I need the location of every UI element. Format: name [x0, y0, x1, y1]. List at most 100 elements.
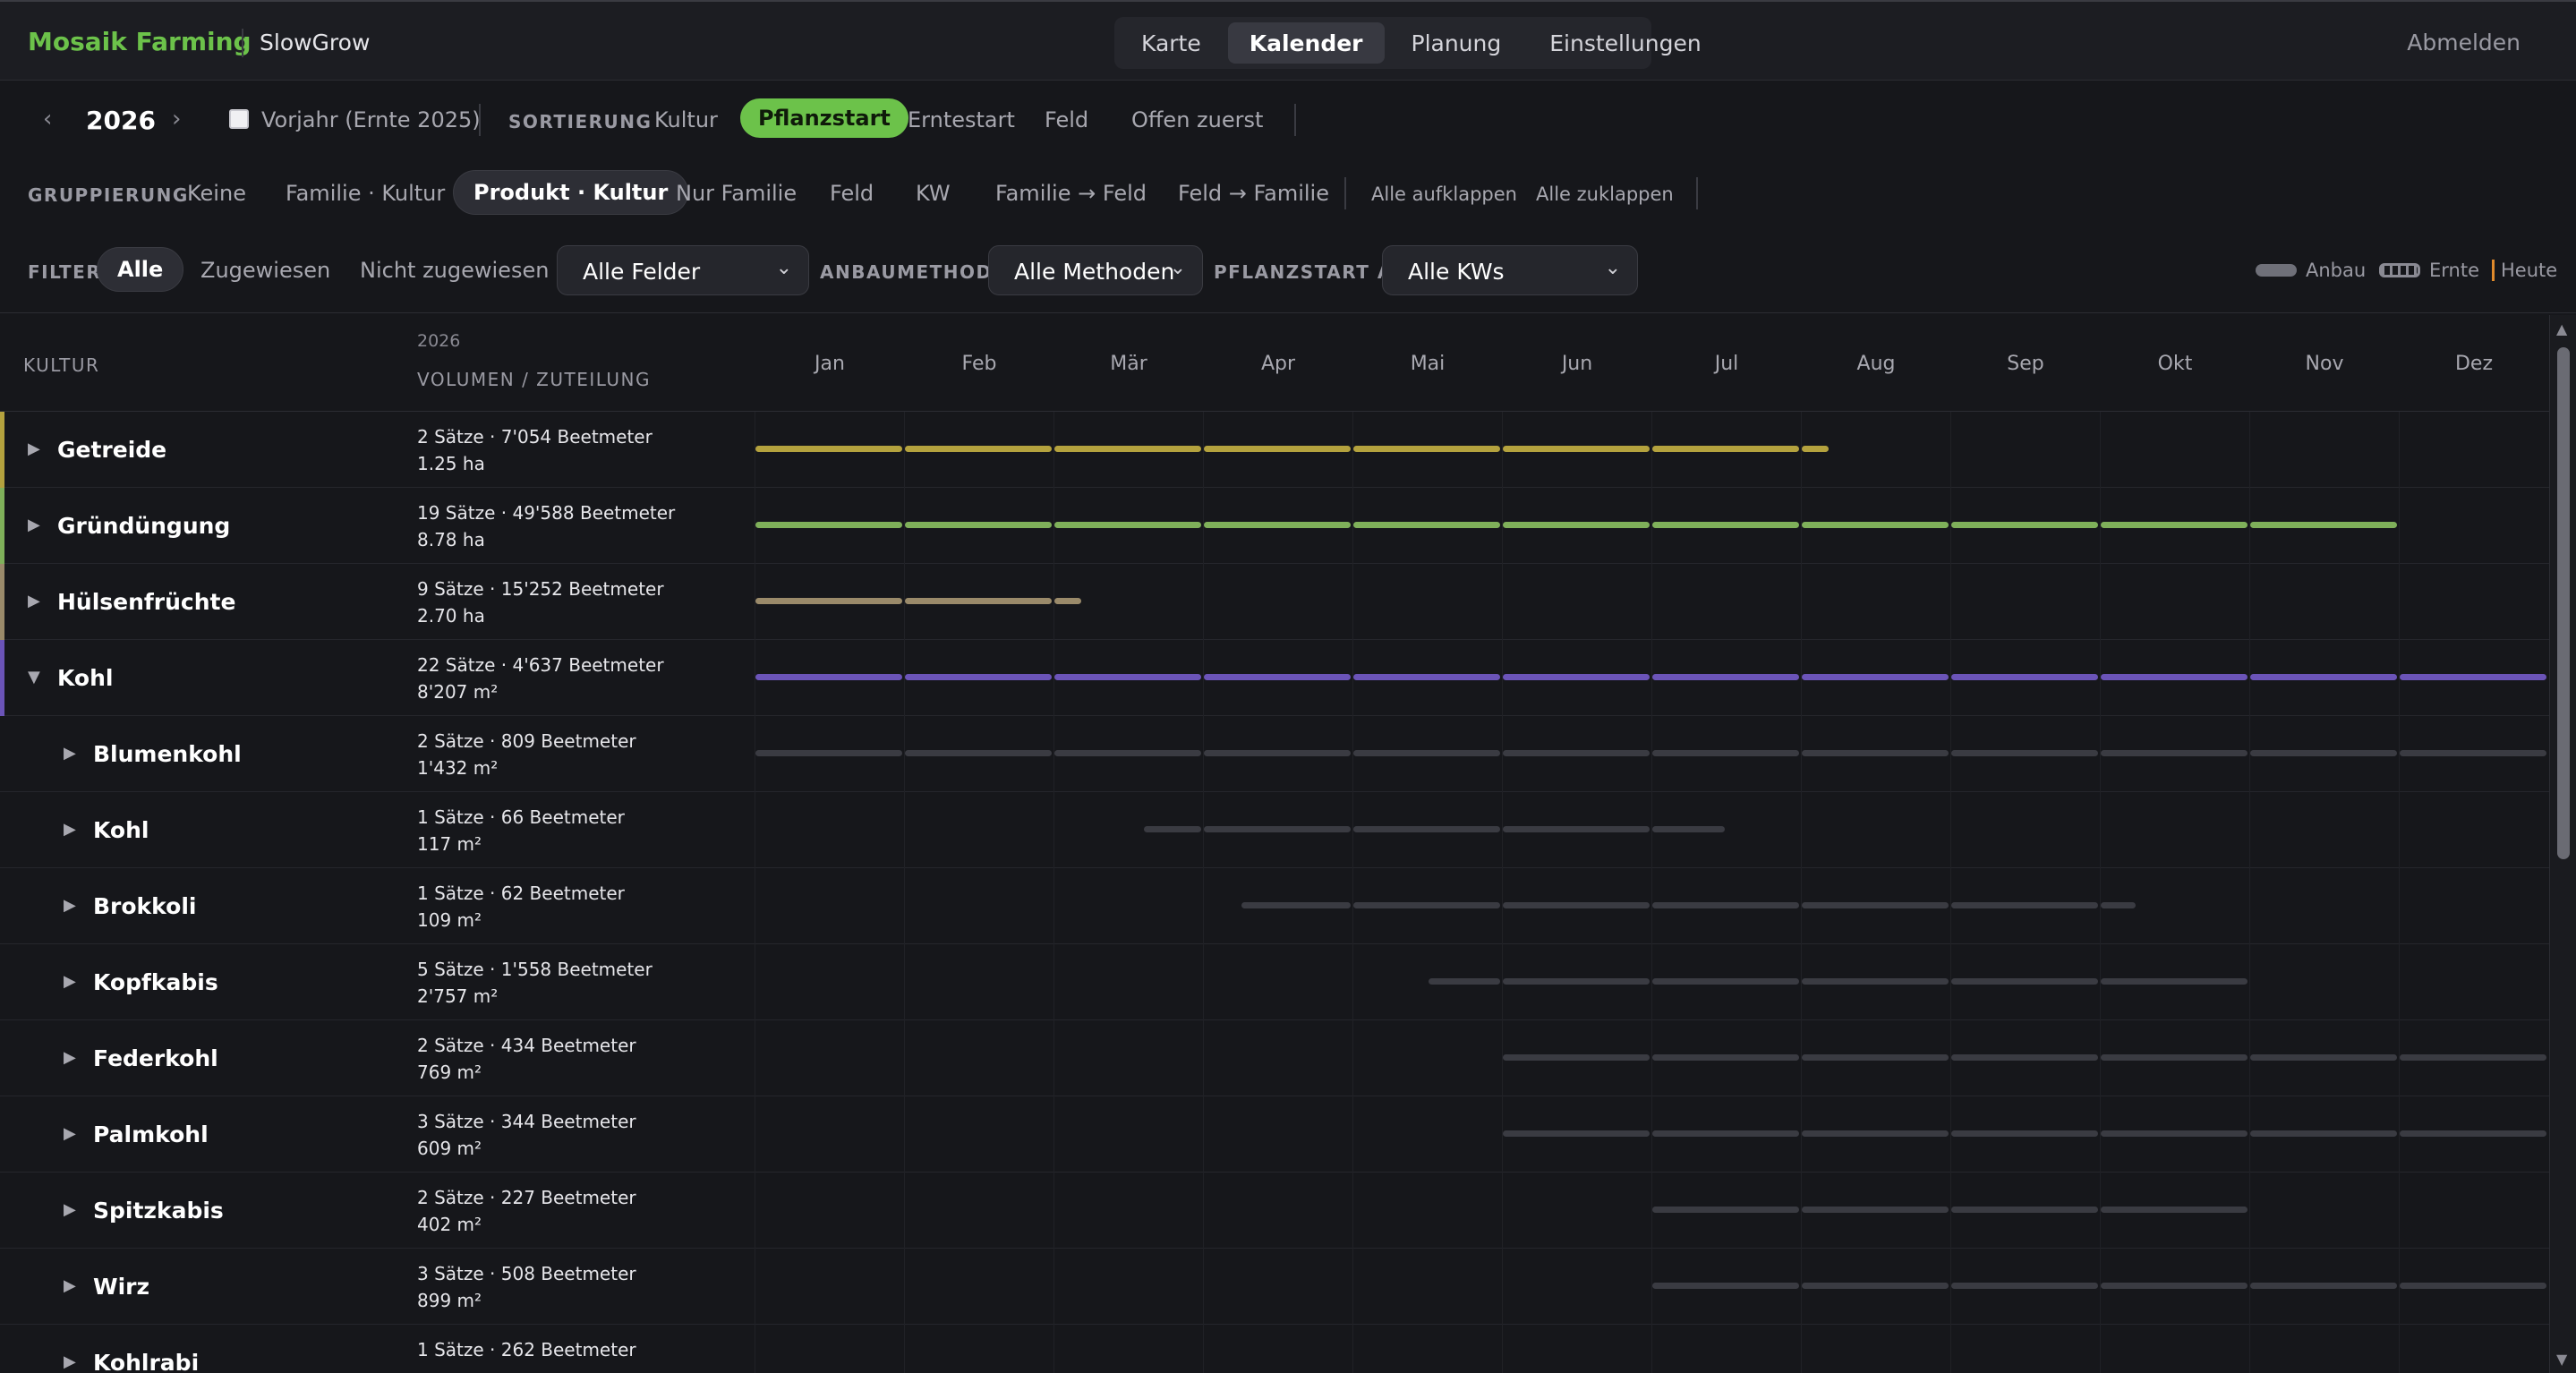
group-option-produkt-kultur[interactable]: Produkt · Kultur — [453, 170, 689, 215]
anbau-bar[interactable] — [2400, 1054, 2546, 1061]
anbau-bar[interactable] — [1054, 674, 1201, 680]
tab-einstellungen[interactable]: Einstellungen — [1528, 22, 1722, 64]
sort-option-kultur[interactable]: Kultur — [654, 107, 718, 132]
anbau-bar[interactable] — [1503, 978, 1650, 985]
group-row[interactable]: ▶ Getreide 2 Sätze · 7'054 Beetmeter 1.25 h… — [0, 412, 2549, 488]
expand-triangle-icon[interactable]: ▶ — [64, 820, 76, 839]
anbau-bar[interactable] — [1503, 1130, 1650, 1137]
anbau-bar[interactable] — [1802, 446, 1830, 452]
group-row[interactable]: ▼ Kohl 22 Sätze · 4'637 Beetmeter 8'207 m² — [0, 640, 2549, 716]
anbau-bar[interactable] — [905, 674, 1052, 680]
anbau-bar[interactable] — [1951, 978, 2098, 985]
anbau-bar[interactable] — [1353, 674, 1500, 680]
culture-row[interactable]: ▶ Kohl 1 Sätze · 66 Beetmeter 117 m² — [0, 792, 2549, 868]
anbau-bar[interactable] — [755, 750, 902, 756]
anbau-bar[interactable] — [1951, 1283, 2098, 1289]
culture-row[interactable]: ▶ Federkohl 2 Sätze · 434 Beetmeter 769 m² — [0, 1020, 2549, 1096]
anbau-bar[interactable] — [1652, 522, 1799, 528]
anbau-bar[interactable] — [1144, 826, 1201, 832]
anbau-bar[interactable] — [1353, 750, 1500, 756]
anbau-bar[interactable] — [2400, 674, 2546, 680]
expand-triangle-icon[interactable]: ▶ — [64, 1124, 76, 1143]
anbau-bar[interactable] — [2101, 522, 2248, 528]
anbau-bar[interactable] — [2101, 1054, 2248, 1061]
anbau-bar[interactable] — [1353, 446, 1500, 452]
expand-triangle-icon[interactable]: ▶ — [64, 1048, 76, 1067]
anbau-bar[interactable] — [1503, 674, 1650, 680]
collapse-all-button[interactable]: Alle zuklappen — [1536, 183, 1674, 205]
anbau-bar[interactable] — [2250, 750, 2397, 756]
field-select[interactable]: Alle Felder ⌄ — [557, 245, 809, 295]
expand-triangle-icon[interactable]: ▶ — [64, 744, 76, 763]
anbau-bar[interactable] — [1802, 750, 1949, 756]
expand-all-button[interactable]: Alle aufklappen — [1371, 183, 1517, 205]
anbau-bar[interactable] — [1054, 598, 1082, 604]
anbau-bar[interactable] — [1951, 1207, 2098, 1213]
anbau-bar[interactable] — [1951, 1130, 2098, 1137]
tab-karte[interactable]: Karte — [1120, 22, 1223, 64]
column-header-kultur[interactable]: KULTUR — [23, 354, 99, 376]
next-year-arrow-icon[interactable]: › — [172, 106, 181, 132]
anbau-bar[interactable] — [2101, 1283, 2248, 1289]
prev-year-checkbox[interactable] — [229, 109, 249, 129]
anbau-bar[interactable] — [2101, 674, 2248, 680]
anbau-bar[interactable] — [755, 522, 902, 528]
anbau-bar[interactable] — [2400, 1283, 2546, 1289]
expand-triangle-icon[interactable]: ▶ — [64, 1352, 76, 1371]
filter-option-zugewiesen[interactable]: Zugewiesen — [200, 258, 330, 283]
group-option-familie-kultur[interactable]: Familie · Kultur — [286, 181, 445, 206]
anbau-bar[interactable] — [1652, 750, 1799, 756]
anbau-bar[interactable] — [2101, 978, 2248, 985]
anbau-bar[interactable] — [905, 750, 1052, 756]
anbau-bar[interactable] — [1353, 826, 1500, 832]
anbau-bar[interactable] — [1802, 1283, 1949, 1289]
anbau-bar[interactable] — [1802, 1054, 1949, 1061]
anbau-bar[interactable] — [1503, 902, 1650, 908]
culture-row[interactable]: ▶ Blumenkohl 2 Sätze · 809 Beetmeter 1'432 … — [0, 716, 2549, 792]
anbau-bar[interactable] — [905, 522, 1052, 528]
expand-triangle-icon[interactable]: ▶ — [28, 516, 40, 534]
scroll-down-arrow-icon[interactable]: ▼ — [2556, 1351, 2567, 1368]
group-option-kw[interactable]: KW — [916, 181, 951, 206]
anbau-bar[interactable] — [1353, 522, 1500, 528]
anbau-bar[interactable] — [1204, 446, 1351, 452]
anbau-bar[interactable] — [1503, 522, 1650, 528]
anbau-bar[interactable] — [755, 598, 902, 604]
expand-triangle-icon[interactable]: ▶ — [28, 439, 40, 458]
anbau-bar[interactable] — [2250, 522, 2397, 528]
anbau-bar[interactable] — [1802, 1207, 1949, 1213]
logout-link[interactable]: Abmelden — [2407, 30, 2521, 55]
anbau-bar[interactable] — [1353, 902, 1500, 908]
anbau-bar[interactable] — [1652, 902, 1799, 908]
anbau-bar[interactable] — [2400, 1130, 2546, 1137]
anbau-bar[interactable] — [1951, 674, 2098, 680]
anbau-bar[interactable] — [2101, 902, 2136, 908]
sort-option-offen-zuerst[interactable]: Offen zuerst — [1131, 107, 1263, 132]
anbau-bar[interactable] — [2250, 1130, 2397, 1137]
anbau-bar[interactable] — [1054, 522, 1201, 528]
anbau-bar[interactable] — [1503, 1054, 1650, 1061]
anbau-bar[interactable] — [1652, 674, 1799, 680]
anbau-bar[interactable] — [1054, 750, 1201, 756]
culture-row[interactable]: ▶ Brokkoli 1 Sätze · 62 Beetmeter 109 m² — [0, 868, 2549, 944]
anbau-bar[interactable] — [1652, 1130, 1799, 1137]
anbau-bar[interactable] — [755, 446, 902, 452]
anbau-bar[interactable] — [1652, 1054, 1799, 1061]
group-row[interactable]: ▶ Gründüngung 19 Sätze · 49'588 Beetmeter 8… — [0, 488, 2549, 564]
method-select[interactable]: Alle Methoden ⌄ — [988, 245, 1203, 295]
anbau-bar[interactable] — [1204, 522, 1351, 528]
brand-logo[interactable]: Mosaik Farming — [28, 27, 252, 56]
anbau-bar[interactable] — [1802, 674, 1949, 680]
anbau-bar[interactable] — [1951, 750, 2098, 756]
anbau-bar[interactable] — [1951, 522, 2098, 528]
anbau-bar[interactable] — [905, 446, 1052, 452]
sort-option-pflanzstart[interactable]: Pflanzstart — [740, 98, 908, 138]
culture-row[interactable]: ▶ Spitzkabis 2 Sätze · 227 Beetmeter 402 m² — [0, 1173, 2549, 1249]
anbau-bar[interactable] — [1652, 978, 1799, 985]
sort-option-feld[interactable]: Feld — [1045, 107, 1088, 132]
expand-triangle-icon[interactable]: ▶ — [64, 1276, 76, 1295]
culture-row[interactable]: ▶ Kohlrabi 1 Sätze · 262 Beetmeter — [0, 1325, 2549, 1373]
collapse-triangle-icon[interactable]: ▼ — [28, 668, 40, 686]
anbau-bar[interactable] — [1428, 978, 1500, 985]
group-option-feld[interactable]: Feld — [830, 181, 874, 206]
